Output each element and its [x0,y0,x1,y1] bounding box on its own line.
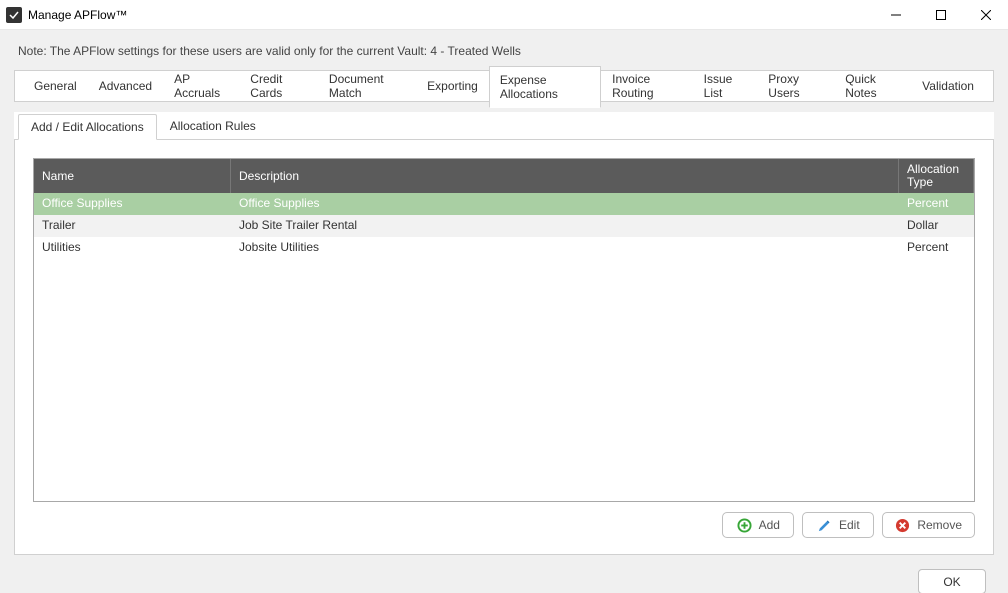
tab-issue-list[interactable]: Issue List [693,65,758,107]
tab-advanced[interactable]: Advanced [88,72,163,100]
grid-body: Office Supplies Office Supplies Percent … [34,193,974,501]
tab-ap-accruals[interactable]: AP Accruals [163,65,239,107]
app-icon [6,7,22,23]
col-header-name[interactable]: Name [34,159,231,193]
tab-exporting[interactable]: Exporting [416,72,489,100]
tab-document-match[interactable]: Document Match [318,65,416,107]
content-area: Name Description Allocation Type Office … [14,140,994,555]
title-bar: Manage APFlow™ [0,0,1008,30]
ok-button[interactable]: OK [918,569,986,593]
vault-note: Note: The APFlow settings for these user… [0,30,1008,70]
add-button-label: Add [759,518,780,532]
grid-action-buttons: Add Edit Remove [33,512,975,538]
grid-header: Name Description Allocation Type [34,159,974,193]
main-tab-strip: General Advanced AP Accruals Credit Card… [14,70,994,102]
cell-name: Trailer [34,215,231,237]
grid-row[interactable]: Trailer Job Site Trailer Rental Dollar [34,215,974,237]
pencil-icon [817,518,832,533]
remove-button-label: Remove [917,518,962,532]
tab-general[interactable]: General [23,72,88,100]
cell-type: Percent [899,193,974,215]
edit-button[interactable]: Edit [802,512,874,538]
sub-tab-strip: Add / Edit Allocations Allocation Rules [14,112,994,140]
tab-proxy-users[interactable]: Proxy Users [757,65,834,107]
cell-description: Job Site Trailer Rental [231,215,899,237]
cell-type: Dollar [899,215,974,237]
subtab-allocation-rules[interactable]: Allocation Rules [157,113,269,139]
cell-description: Office Supplies [231,193,899,215]
cell-type: Percent [899,237,974,259]
tab-quick-notes[interactable]: Quick Notes [834,65,911,107]
edit-button-label: Edit [839,518,860,532]
tab-invoice-routing[interactable]: Invoice Routing [601,65,693,107]
grid-row[interactable]: Utilities Jobsite Utilities Percent [34,237,974,259]
remove-button[interactable]: Remove [882,512,975,538]
subtab-add-edit-allocations[interactable]: Add / Edit Allocations [18,114,157,140]
dialog-footer: OK [0,555,1008,593]
add-icon [737,518,752,533]
add-button[interactable]: Add [722,512,794,538]
minimize-button[interactable] [873,0,918,30]
window-title: Manage APFlow™ [28,8,127,22]
tab-validation[interactable]: Validation [911,72,985,100]
cell-name: Office Supplies [34,193,231,215]
allocations-grid[interactable]: Name Description Allocation Type Office … [33,158,975,502]
remove-icon [895,518,910,533]
maximize-button[interactable] [918,0,963,30]
grid-row[interactable]: Office Supplies Office Supplies Percent [34,193,974,215]
window-controls [873,0,1008,30]
col-header-description[interactable]: Description [231,159,899,193]
close-button[interactable] [963,0,1008,30]
cell-name: Utilities [34,237,231,259]
cell-description: Jobsite Utilities [231,237,899,259]
col-header-allocation-type[interactable]: Allocation Type [899,159,974,193]
ok-button-label: OK [943,575,960,589]
tab-expense-allocations[interactable]: Expense Allocations [489,66,601,108]
tab-credit-cards[interactable]: Credit Cards [239,65,318,107]
